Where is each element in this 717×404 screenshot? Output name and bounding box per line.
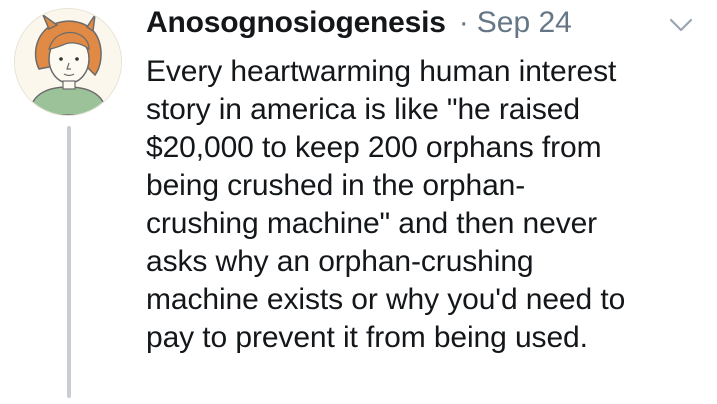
header-separator: · — [458, 6, 469, 39]
chevron-down-icon[interactable] — [667, 14, 695, 36]
author-name[interactable]: Anosognosiogenesis — [146, 6, 446, 40]
tweet-date[interactable]: Sep 24 — [477, 6, 572, 40]
tweet: Anosognosiogenesis · Sep 24 Every heartw… — [0, 0, 717, 404]
avatar[interactable] — [14, 8, 122, 116]
tweet-header: Anosognosiogenesis · Sep 24 — [146, 6, 572, 50]
tweet-text: Every heartwarming human interest story … — [146, 55, 626, 354]
thread-connector-line — [67, 126, 71, 398]
avatar-illustration — [15, 9, 121, 115]
